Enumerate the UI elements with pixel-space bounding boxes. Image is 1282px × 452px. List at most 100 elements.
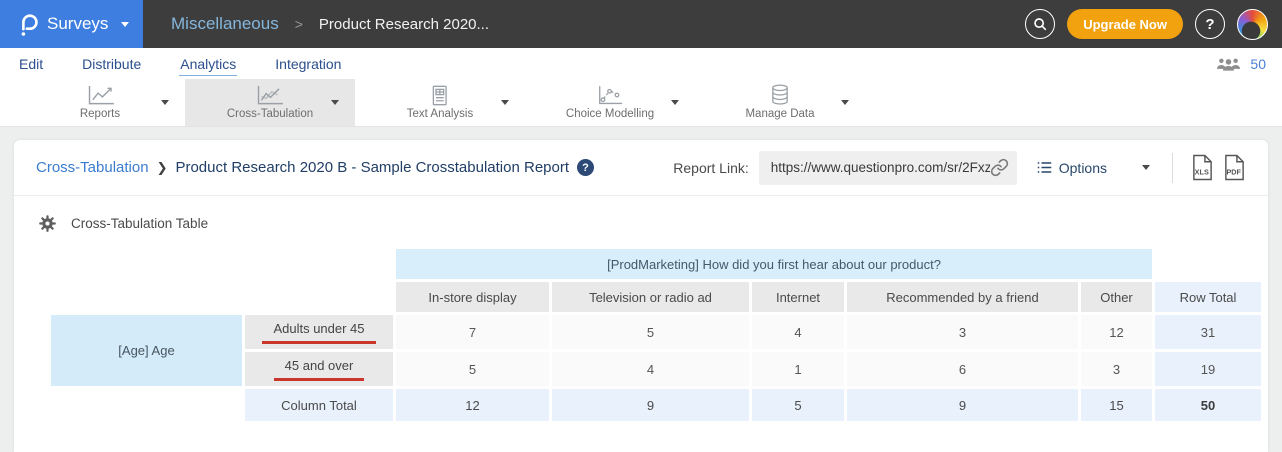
row-total-cell: 19 [1155, 352, 1261, 386]
column-total-row: Column Total 12 9 5 9 15 50 [51, 389, 1261, 421]
column-header: Television or radio ad [552, 282, 749, 312]
column-header: In-store display [396, 282, 549, 312]
crosstab-breadcrumb-link[interactable]: Cross-Tabulation [36, 159, 149, 176]
export-xls-button[interactable]: XLS [1191, 154, 1214, 181]
value-cell: 3 [847, 315, 1078, 349]
spacer-cell [1155, 249, 1261, 279]
value-cell: 5 [396, 352, 549, 386]
export-pdf-button[interactable]: PDF [1223, 154, 1246, 181]
survey-title: Product Research 2020... [319, 16, 489, 33]
section-header: Cross-Tabulation Table [14, 196, 1268, 233]
column-total-cell: 9 [847, 389, 1078, 421]
row-label: 45 and over [274, 357, 365, 381]
survey-nav: Edit Distribute Analytics Integration 50 [0, 48, 1282, 79]
question-header-row: [ProdMarketing] How did you first hear a… [51, 249, 1261, 279]
value-cell: 1 [752, 352, 844, 386]
spacer-cell [51, 249, 393, 279]
report-help-icon[interactable]: ? [577, 159, 594, 176]
xls-label: XLS [1195, 168, 1209, 177]
value-cell: 6 [847, 352, 1078, 386]
report-actions: Report Link: Options [673, 151, 1250, 185]
nav-item-analytics[interactable]: Analytics [179, 52, 237, 76]
report-link-label: Report Link: [673, 160, 748, 176]
grand-total-cell: 50 [1155, 389, 1261, 421]
respondents-summary[interactable]: 50 [1216, 56, 1266, 72]
column-total-cell: 15 [1081, 389, 1152, 421]
row-variable-cell: [Age] Age [51, 315, 242, 386]
product-switcher[interactable]: Surveys [0, 0, 143, 48]
report-card: Cross-Tabulation ❯ Product Research 2020… [14, 140, 1268, 452]
report-link-input[interactable] [771, 160, 990, 175]
gear-icon[interactable] [38, 214, 57, 233]
search-icon [1032, 16, 1048, 32]
options-dropdown[interactable]: Options [1037, 160, 1150, 176]
section-title: Cross-Tabulation Table [71, 216, 208, 231]
upgrade-now-button[interactable]: Upgrade Now [1067, 9, 1183, 39]
analytics-toolbar: Reports Cross-Tabulation [0, 79, 1282, 127]
options-label: Options [1059, 160, 1107, 176]
report-link-box [759, 151, 1017, 185]
questionpro-logo [18, 12, 38, 37]
tab-text-analysis[interactable]: Text Analysis [355, 79, 525, 126]
database-icon [769, 85, 791, 106]
caret-down-icon[interactable] [331, 100, 339, 105]
nav-item-edit[interactable]: Edit [18, 52, 44, 75]
tab-cross-tabulation[interactable]: Cross-Tabulation [185, 79, 355, 126]
vertical-divider [1172, 153, 1173, 183]
spacer-cell [51, 282, 393, 312]
line-chart-icon [86, 85, 115, 106]
tab-label: Manage Data [745, 108, 814, 120]
multi-line-chart-icon [255, 85, 284, 106]
tab-label: Reports [80, 108, 120, 120]
tab-choice-modelling[interactable]: Choice Modelling [525, 79, 695, 126]
question-header-cell: [ProdMarketing] How did you first hear a… [396, 249, 1152, 279]
value-cell: 3 [1081, 352, 1152, 386]
row-total-cell: 31 [1155, 315, 1261, 349]
breadcrumb-folder[interactable]: Miscellaneous [171, 14, 279, 34]
avatar[interactable] [1237, 9, 1268, 40]
tab-label: Text Analysis [407, 108, 473, 120]
nav-item-distribute[interactable]: Distribute [81, 52, 142, 75]
link-icon[interactable] [990, 158, 1009, 177]
tab-manage-data[interactable]: Manage Data [695, 79, 865, 126]
tab-label: Cross-Tabulation [227, 108, 313, 120]
question-mark-icon: ? [1205, 16, 1214, 33]
chevron-right-icon: ❯ [157, 160, 168, 176]
table-row: [Age] Age Adults under 45 7 5 4 3 12 31 [51, 315, 1261, 349]
tab-reports[interactable]: Reports [15, 79, 185, 126]
column-header: Recommended by a friend [847, 282, 1078, 312]
column-total-cell: 12 [396, 389, 549, 421]
help-button[interactable]: ? [1195, 9, 1225, 39]
value-cell: 4 [552, 352, 749, 386]
value-cell: 12 [1081, 315, 1152, 349]
caret-down-icon[interactable] [671, 100, 679, 105]
search-button[interactable] [1025, 9, 1055, 39]
column-total-label: Column Total [245, 389, 393, 421]
value-cell: 5 [552, 315, 749, 349]
column-total-cell: 5 [752, 389, 844, 421]
caret-down-icon[interactable] [841, 100, 849, 105]
column-header: Internet [752, 282, 844, 312]
tab-label: Choice Modelling [566, 108, 654, 120]
topbar-actions: Upgrade Now ? [1025, 9, 1282, 40]
crosstab-table: [ProdMarketing] How did you first hear a… [48, 246, 1264, 424]
column-total-cell: 9 [552, 389, 749, 421]
respondent-count: 50 [1250, 56, 1266, 72]
pdf-label: PDF [1226, 168, 1241, 177]
caret-down-icon [121, 22, 129, 27]
row-label: Adults under 45 [262, 320, 375, 344]
caret-down-icon[interactable] [161, 100, 169, 105]
breadcrumb-separator: > [295, 16, 303, 32]
list-icon [1037, 161, 1052, 174]
caret-down-icon[interactable] [501, 100, 509, 105]
report-title: Product Research 2020 B - Sample Crossta… [175, 159, 569, 176]
column-header: Other [1081, 282, 1152, 312]
top-bar: Surveys Miscellaneous > Product Research… [0, 0, 1282, 48]
value-cell: 4 [752, 315, 844, 349]
users-icon [1216, 56, 1241, 72]
row-label-cell[interactable]: 45 and over [245, 352, 393, 386]
row-label-cell[interactable]: Adults under 45 [245, 315, 393, 349]
nav-item-integration[interactable]: Integration [274, 52, 342, 75]
value-cell: 7 [396, 315, 549, 349]
report-header: Cross-Tabulation ❯ Product Research 2020… [14, 140, 1268, 196]
